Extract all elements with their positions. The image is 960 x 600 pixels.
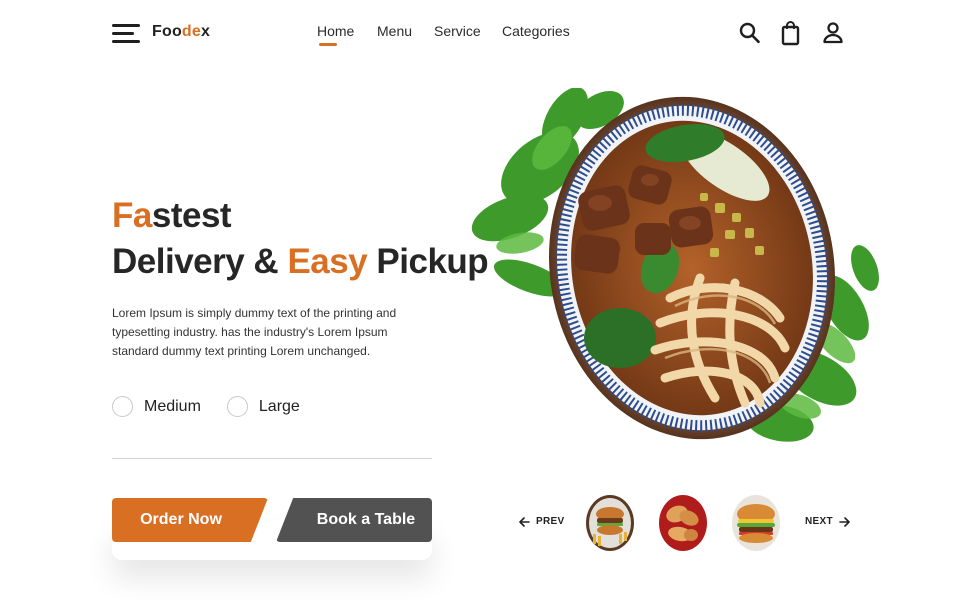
nav-item-menu-label: Menu — [377, 23, 413, 39]
shopping-bag-icon — [781, 21, 800, 46]
radio-large[interactable] — [226, 396, 248, 417]
logo-text-part3: x — [201, 23, 211, 40]
title-accent-fa: Fa — [112, 196, 152, 235]
hero-description: Lorem Ipsum is simply dummy text of the … — [112, 306, 397, 358]
search-icon — [739, 22, 760, 44]
title-accent-easy: Easy — [287, 242, 368, 281]
nav-item-menu[interactable]: Menu — [377, 23, 434, 39]
nav-item-categories-label: Categories — [502, 23, 570, 39]
size-option-large-label: Large — [258, 397, 300, 415]
book-table-button[interactable]: Book a Table — [276, 498, 432, 542]
active-nav-indicator — [319, 43, 337, 46]
nav-item-home[interactable]: Home — [317, 23, 377, 46]
nav-item-categories[interactable]: Categories — [502, 23, 570, 39]
noodle-soup-bowl-image — [471, 88, 879, 442]
radio-medium[interactable] — [112, 396, 133, 417]
hero-title-line1: Fastest — [112, 193, 488, 239]
nav-item-home-label: Home — [317, 23, 355, 39]
nav-item-service[interactable]: Service — [434, 23, 502, 39]
main-nav: Home Menu Service Categories — [317, 23, 570, 46]
title-text-delivery: Delivery & — [112, 242, 288, 281]
burger-thumbnail[interactable] — [731, 494, 781, 552]
search-button[interactable] — [738, 20, 762, 46]
size-option-medium-label: Medium — [144, 397, 201, 415]
size-option-large[interactable]: Large — [226, 396, 300, 417]
logo-text-part2: de — [181, 23, 201, 40]
title-text-stest: stest — [151, 196, 232, 235]
size-option-medium[interactable]: Medium — [112, 396, 201, 417]
fried-chicken-thumbnail[interactable] — [658, 494, 708, 552]
logo[interactable]: Foodex — [152, 23, 210, 41]
user-icon — [823, 22, 843, 44]
next-button[interactable]: NEXT — [805, 516, 850, 527]
hero-title-line2: Delivery & Easy Pickup — [112, 239, 489, 285]
size-options: Medium Large — [112, 396, 326, 417]
next-label: NEXT — [805, 516, 833, 527]
hamburger-menu-icon[interactable] — [112, 22, 142, 44]
arrow-right-icon — [839, 516, 850, 527]
hero-title: Fastest Delivery & Easy Pickup — [112, 193, 489, 285]
header: Foodex Home Menu Service Categories — [0, 0, 960, 66]
logo-text-part1: Foo — [152, 23, 182, 40]
account-button[interactable] — [821, 20, 845, 46]
prev-button[interactable]: PREV — [519, 516, 564, 527]
prev-label: PREV — [536, 516, 565, 527]
order-now-button[interactable]: Order Now — [112, 498, 268, 542]
arrow-left-icon — [519, 516, 530, 527]
cart-button[interactable] — [779, 20, 803, 46]
nav-item-service-label: Service — [434, 23, 481, 39]
divider — [112, 458, 432, 459]
burger-fries-thumbnail[interactable] — [585, 494, 635, 552]
